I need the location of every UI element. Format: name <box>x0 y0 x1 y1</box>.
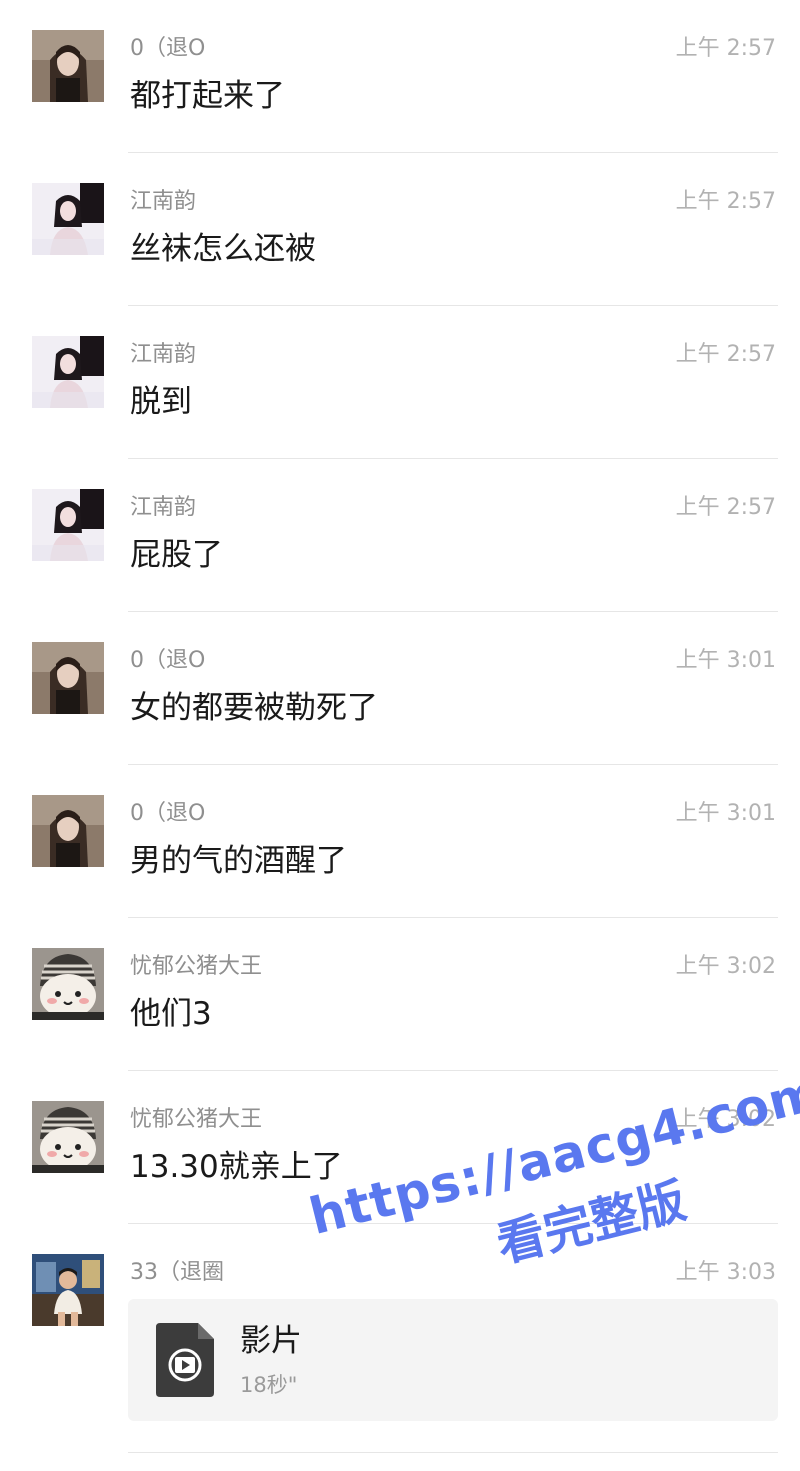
watermark-url: https://aacg4.com <box>303 1062 800 1246</box>
divider <box>128 764 778 765</box>
message-time: 上午 3:03 <box>675 1260 776 1285</box>
message-time: 上午 3:01 <box>675 801 776 826</box>
sender-name: 江南韵 <box>130 189 197 214</box>
avatar[interactable] <box>32 1101 104 1173</box>
sender-name: 江南韵 <box>130 495 197 520</box>
divider <box>128 611 778 612</box>
message-text: 屁股了 <box>130 537 223 573</box>
video-file-card[interactable]: 影片 18秒" <box>128 1299 778 1421</box>
sender-name: 0（退O <box>130 801 206 826</box>
avatar[interactable] <box>32 642 104 714</box>
avatar-child-photo-icon <box>32 1254 104 1326</box>
message-time: 上午 3:01 <box>675 648 776 673</box>
avatar-plush-toy-icon <box>32 948 104 1020</box>
divider <box>128 305 778 306</box>
message-time: 上午 2:57 <box>675 495 776 520</box>
avatar-girl-dark-icon <box>32 183 104 255</box>
sender-name: 33（退圈 <box>130 1260 224 1285</box>
file-name: 影片 <box>240 1323 302 1359</box>
sender-name: 江南韵 <box>130 342 197 367</box>
sender-name: 忧郁公猪大王 <box>130 1107 263 1132</box>
avatar[interactable] <box>32 1254 104 1326</box>
avatar-girl-long-hair-icon <box>32 642 104 714</box>
divider <box>128 152 778 153</box>
divider <box>128 1452 778 1453</box>
message-text: 丝袜怎么还被 <box>130 231 316 267</box>
sender-name: 忧郁公猪大王 <box>130 954 263 979</box>
divider <box>128 917 778 918</box>
avatar[interactable] <box>32 795 104 867</box>
divider <box>128 1070 778 1071</box>
message-text: 脱到 <box>130 384 192 420</box>
message-text: 女的都要被勒死了 <box>130 690 378 726</box>
chat-history-list: 0（退O 上午 2:57 都打起来了 江南韵 上午 2:57 丝袜怎么还被 江南… <box>0 0 800 1471</box>
message-time: 上午 2:57 <box>675 36 776 61</box>
message-time: 上午 3:02 <box>675 1107 776 1132</box>
avatar[interactable] <box>32 30 104 102</box>
avatar[interactable] <box>32 489 104 561</box>
avatar-girl-dark-icon <box>32 489 104 561</box>
sender-name: 0（退O <box>130 36 206 61</box>
message-text: 都打起来了 <box>130 78 285 114</box>
message-time: 上午 2:57 <box>675 189 776 214</box>
avatar[interactable] <box>32 948 104 1020</box>
message-text: 男的气的酒醒了 <box>130 843 347 879</box>
avatar[interactable] <box>32 336 104 408</box>
watermark-caption: 看完整版 <box>491 1172 692 1274</box>
file-duration: 18秒" <box>240 1373 298 1397</box>
divider <box>128 1223 778 1224</box>
sender-name: 0（退O <box>130 648 206 673</box>
avatar[interactable] <box>32 183 104 255</box>
avatar-girl-dark-icon <box>32 336 104 408</box>
avatar-plush-toy-icon <box>32 1101 104 1173</box>
message-time: 上午 2:57 <box>675 342 776 367</box>
avatar-girl-long-hair-icon <box>32 795 104 867</box>
message-text: 13.30就亲上了 <box>130 1149 343 1185</box>
message-time: 上午 3:02 <box>675 954 776 979</box>
message-text: 他们3 <box>130 996 212 1032</box>
avatar-girl-long-hair-icon <box>32 30 104 102</box>
divider <box>128 458 778 459</box>
video-file-icon <box>156 1323 214 1397</box>
